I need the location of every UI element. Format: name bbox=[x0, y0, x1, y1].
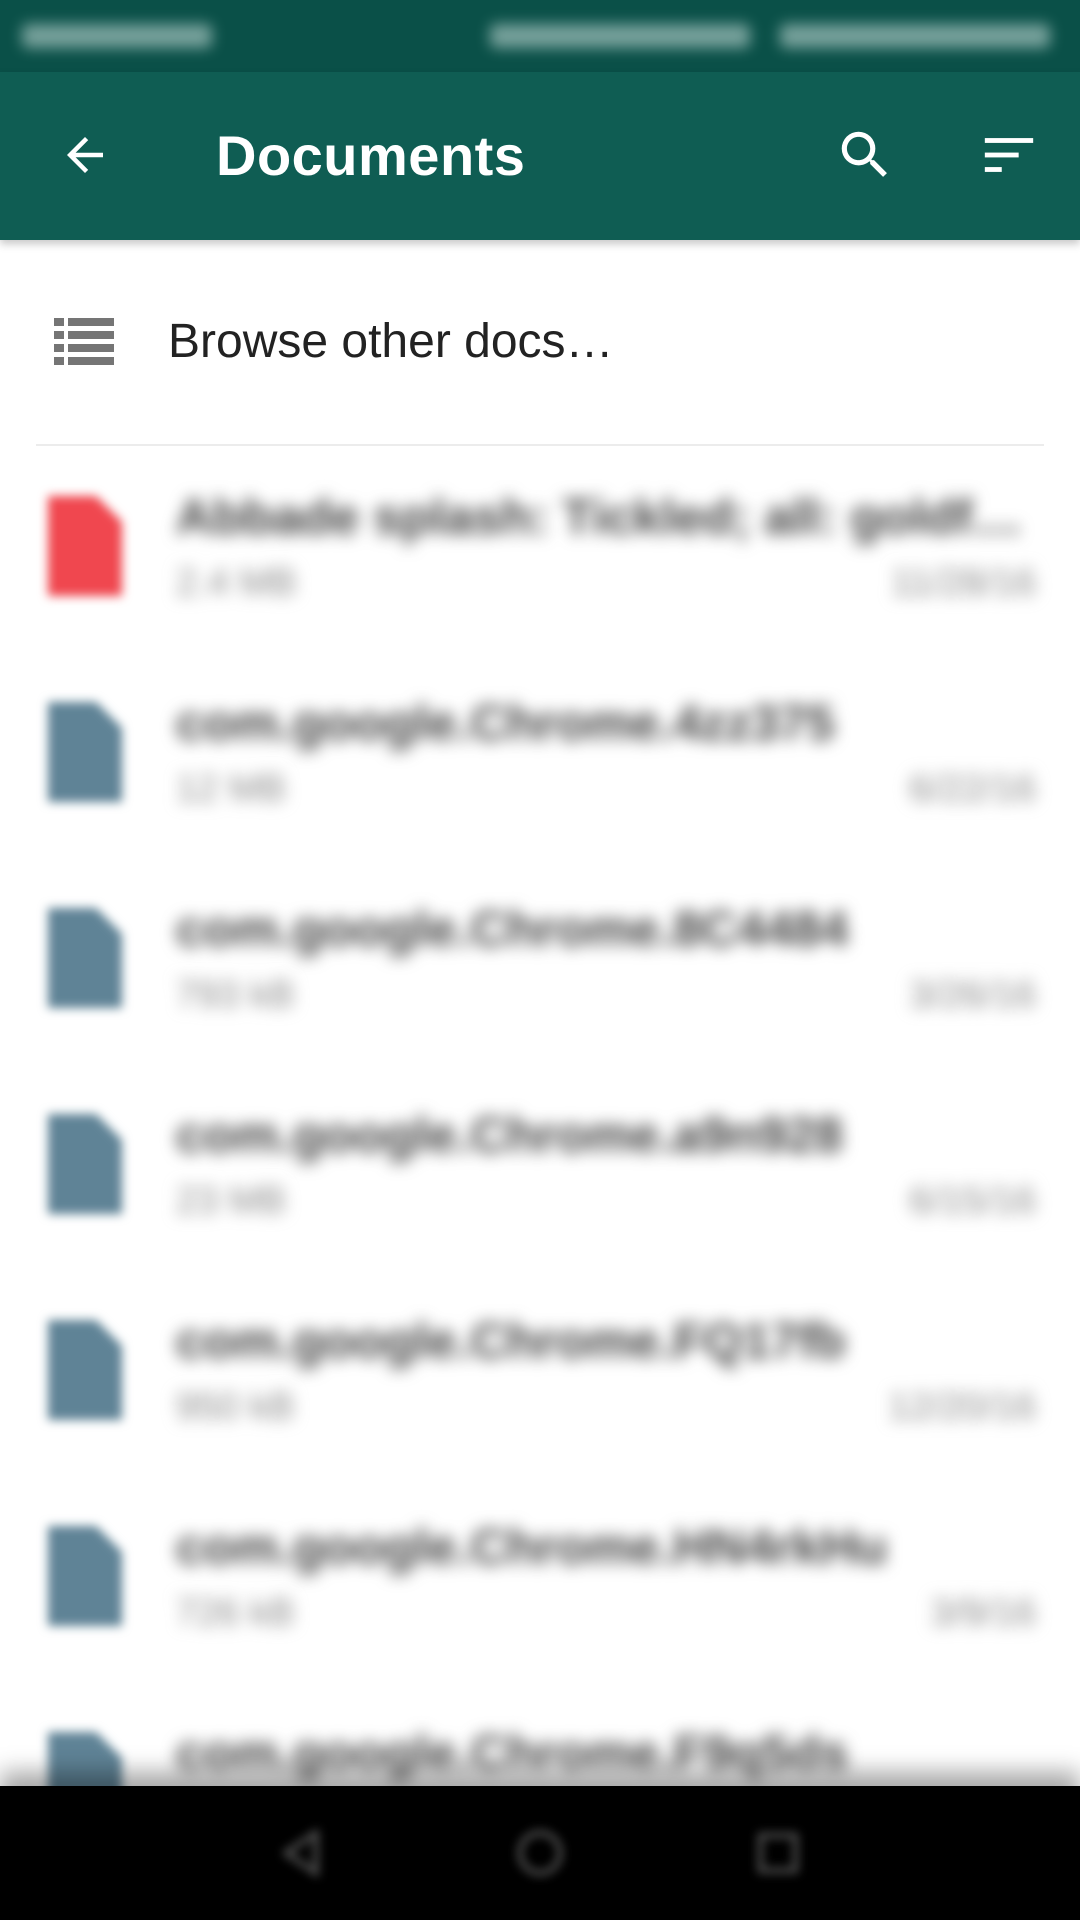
search-icon bbox=[841, 131, 887, 177]
list-item[interactable]: Abbade splash: Tickled; all: goldfsmiths… bbox=[0, 446, 1080, 652]
sort-button[interactable] bbox=[976, 122, 1042, 188]
search-button[interactable] bbox=[832, 122, 898, 188]
document-date: 3/26/16 bbox=[909, 974, 1036, 1016]
app-bar: Documents bbox=[0, 72, 1080, 240]
document-size: 2.4 MB bbox=[176, 562, 297, 604]
list-item[interactable]: com.google.Chrome.8C4484 793 kB 3/26/16 bbox=[0, 858, 1080, 1064]
document-list: Abbade splash: Tickled; all: goldfsmiths… bbox=[0, 446, 1080, 1786]
document-file-icon bbox=[48, 1320, 122, 1420]
status-battery-time bbox=[780, 24, 1050, 48]
document-date: 12/20/16 bbox=[888, 1386, 1036, 1428]
document-date: 6/22/16 bbox=[909, 768, 1036, 810]
document-name: com.google.Chrome.8C4484 bbox=[176, 901, 849, 957]
document-name: com.google.Chrome.HN4rkHu bbox=[176, 1519, 888, 1575]
list-item[interactable]: com.google.Chrome.FQ17fb 950 kB 12/20/16 bbox=[0, 1270, 1080, 1476]
document-file-icon bbox=[48, 1526, 122, 1626]
status-icons bbox=[490, 24, 750, 48]
document-file-icon bbox=[48, 702, 122, 802]
document-date: 3/9/16 bbox=[930, 1592, 1036, 1634]
list-item[interactable]: com.google.Chrome.a9n928 23 MB 6/15/16 bbox=[0, 1064, 1080, 1270]
document-name: Abbade splash: Tickled; all: goldfsmiths bbox=[176, 489, 1036, 545]
document-size: 950 kB bbox=[176, 1386, 295, 1428]
status-carrier bbox=[22, 24, 212, 48]
nav-recents-icon bbox=[758, 1833, 798, 1873]
nav-home-icon bbox=[517, 1830, 563, 1876]
document-file-icon bbox=[48, 1732, 122, 1786]
document-name: com.google.Chrome.4zz375 bbox=[176, 695, 835, 751]
document-size: 793 kB bbox=[176, 974, 295, 1016]
sort-icon bbox=[984, 138, 1034, 172]
list-item[interactable]: com.google.Chrome.4zz375 12 MB 6/22/16 bbox=[0, 652, 1080, 858]
list-item[interactable]: com.google.Chrome.F9q5ds bbox=[0, 1682, 1080, 1786]
back-button[interactable] bbox=[52, 122, 118, 188]
document-size: 726 kB bbox=[176, 1592, 295, 1634]
document-name: com.google.Chrome.FQ17fb bbox=[176, 1313, 846, 1369]
list-item[interactable]: com.google.Chrome.HN4rkHu 726 kB 3/9/16 bbox=[0, 1476, 1080, 1682]
nav-home-button[interactable] bbox=[497, 1810, 583, 1896]
document-name: com.google.Chrome.F9q5ds bbox=[176, 1725, 849, 1781]
nav-recents-button[interactable] bbox=[735, 1810, 821, 1896]
status-bar bbox=[0, 0, 1080, 72]
browse-other-docs-row[interactable]: Browse other docs… bbox=[0, 240, 1080, 442]
document-size: 23 MB bbox=[176, 1180, 286, 1222]
document-file-icon bbox=[48, 908, 122, 1008]
document-date: 11/28/16 bbox=[890, 562, 1036, 604]
navigation-bar bbox=[0, 1786, 1080, 1920]
document-size: 12 MB bbox=[176, 768, 286, 810]
document-name: com.google.Chrome.a9n928 bbox=[176, 1107, 843, 1163]
pdf-file-icon bbox=[48, 496, 122, 596]
nav-back-button[interactable] bbox=[258, 1810, 344, 1896]
nav-back-icon bbox=[281, 1828, 319, 1878]
page-title: Documents bbox=[216, 124, 526, 187]
document-date: 6/15/16 bbox=[909, 1180, 1036, 1222]
document-file-icon bbox=[48, 1114, 122, 1214]
browse-label: Browse other docs… bbox=[168, 315, 614, 368]
arrow-left-icon bbox=[67, 137, 103, 173]
list-icon bbox=[54, 318, 114, 365]
